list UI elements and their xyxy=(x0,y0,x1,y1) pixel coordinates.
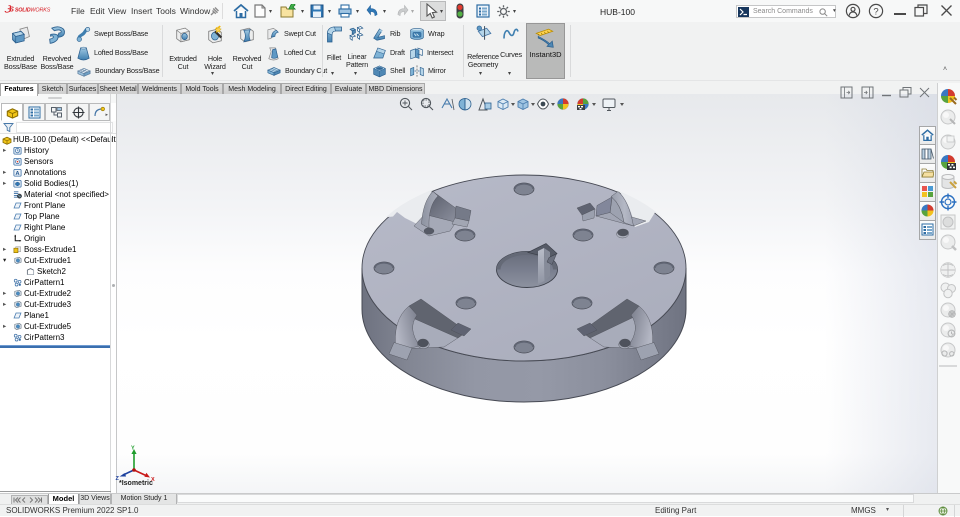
svg-text:?: ? xyxy=(873,6,878,17)
svg-text:SOLIDWORKS: SOLIDWORKS xyxy=(15,7,51,13)
svg-text:Y: Y xyxy=(131,446,135,452)
svg-text:S: S xyxy=(9,7,14,14)
